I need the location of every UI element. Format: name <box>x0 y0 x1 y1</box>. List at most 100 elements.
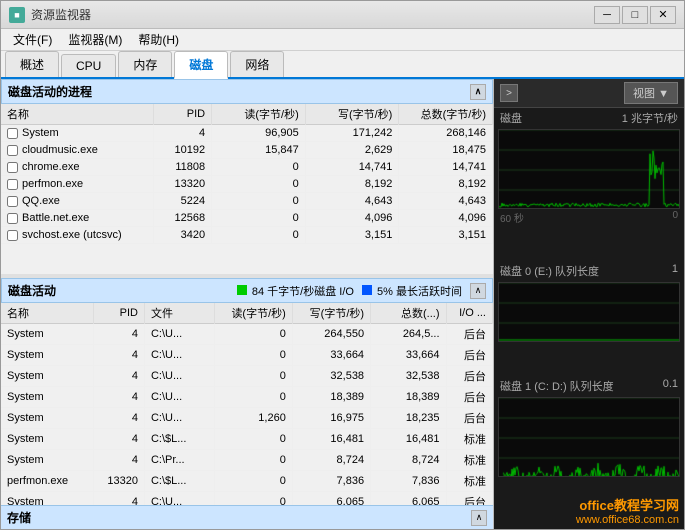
indicator2-label: 5% 最长活跃时间 <box>377 286 462 298</box>
cell-name: System <box>1 408 94 429</box>
tab-cpu[interactable]: CPU <box>61 54 116 77</box>
table-row[interactable]: svchost.exe (utcsvc) 3420 0 3,151 3,151 <box>1 227 493 244</box>
disk-processes-section: 磁盘活动的进程 ∧ 名称 PID 读(字节/秒) 写(字节/秒) <box>1 79 493 274</box>
cell-name: cloudmusic.exe <box>1 142 153 159</box>
chart2-canvas <box>499 283 680 342</box>
chart-disk-time-right: 0 <box>672 210 678 225</box>
cell-write: 16,481 <box>292 429 370 450</box>
disk-processes-header-row: 名称 PID 读(字节/秒) 写(字节/秒) 总数(字节/秒) <box>1 104 493 125</box>
cell-pid: 13320 <box>94 471 145 492</box>
right-header: > 视图 ▼ <box>494 79 684 108</box>
table-row[interactable]: chrome.exe 11808 0 14,741 14,741 <box>1 159 493 176</box>
chart-disk-area <box>498 129 680 209</box>
table-row[interactable]: System 4 C:\U... 0 32,538 32,538 后台 <box>1 366 493 387</box>
cell-name: perfmon.exe <box>1 176 153 193</box>
table-row[interactable]: cloudmusic.exe 10192 15,847 2,629 18,475 <box>1 142 493 159</box>
row-checkbox[interactable] <box>7 128 18 139</box>
minimize-button[interactable]: ─ <box>594 6 620 24</box>
table-row[interactable]: System 4 C:\U... 0 6,065 6,065 后台 <box>1 492 493 506</box>
cell-read: 0 <box>214 471 292 492</box>
table-row[interactable]: perfmon.exe 13320 0 8,192 8,192 <box>1 176 493 193</box>
indicator2-color-box <box>362 285 372 295</box>
view-button[interactable]: 视图 ▼ <box>624 82 678 104</box>
table-row[interactable]: Battle.net.exe 12568 0 4,096 4,096 <box>1 210 493 227</box>
maximize-button[interactable]: □ <box>622 6 648 24</box>
cell-name: System <box>1 366 94 387</box>
tab-network[interactable]: 网络 <box>230 51 284 77</box>
table-row[interactable]: System 4 C:\U... 0 33,664 33,664 后台 <box>1 345 493 366</box>
cell-total: 16,481 <box>371 429 446 450</box>
window-controls: ─ □ ✕ <box>594 6 676 24</box>
col2-total: 总数(...) <box>371 303 446 324</box>
table-row[interactable]: perfmon.exe 13320 C:\$L... 0 7,836 7,836… <box>1 471 493 492</box>
watermark-line1: office教程学习网 <box>576 495 679 514</box>
cell-read: 96,905 <box>212 125 306 142</box>
row-checkbox[interactable] <box>7 145 18 156</box>
row-checkbox[interactable] <box>7 213 18 224</box>
table-row[interactable]: System 4 C:\$L... 0 16,481 16,481 标准 <box>1 429 493 450</box>
table-row[interactable]: System 4 C:\U... 0 18,389 18,389 后台 <box>1 387 493 408</box>
menu-file[interactable]: 文件(F) <box>5 29 60 50</box>
storage-collapse-btn[interactable]: ∧ <box>471 510 487 526</box>
cell-write: 264,550 <box>292 324 370 345</box>
menu-help[interactable]: 帮助(H) <box>130 29 187 50</box>
cell-total: 3,151 <box>399 227 493 244</box>
menu-monitor[interactable]: 监视器(M) <box>60 29 130 50</box>
cell-total: 33,664 <box>371 345 446 366</box>
cell-io: 后台 <box>446 324 492 345</box>
cell-file: C:\$L... <box>144 429 214 450</box>
cell-name: System <box>1 387 94 408</box>
cell-pid: 4 <box>94 345 145 366</box>
tab-disk[interactable]: 磁盘 <box>174 51 228 79</box>
tabbar: 概述 CPU 内存 磁盘 网络 <box>1 51 684 79</box>
section1-controls: ∧ <box>470 84 486 100</box>
cell-write: 18,389 <box>292 387 370 408</box>
cell-file: C:\U... <box>144 492 214 506</box>
row-checkbox[interactable] <box>7 230 18 241</box>
indicator1: 84 千字节/秒磁盘 I/O <box>237 283 354 299</box>
table-row[interactable]: QQ.exe 5224 0 4,643 4,643 <box>1 193 493 210</box>
cell-pid: 11808 <box>153 159 212 176</box>
chart-disk-time-left: 60 秒 <box>500 210 524 225</box>
row-checkbox[interactable] <box>7 196 18 207</box>
section2-collapse-btn[interactable]: ∧ <box>470 283 486 299</box>
col2-write: 写(字节/秒) <box>292 303 370 324</box>
cell-write: 33,664 <box>292 345 370 366</box>
table-row[interactable]: System 4 C:\U... 1,260 16,975 18,235 后台 <box>1 408 493 429</box>
cell-name: System <box>1 492 94 506</box>
cell-read: 0 <box>214 345 292 366</box>
col-pid: PID <box>153 104 212 125</box>
tab-memory[interactable]: 内存 <box>118 51 172 77</box>
tab-overview[interactable]: 概述 <box>5 51 59 77</box>
cell-file: C:\U... <box>144 408 214 429</box>
cell-total: 18,389 <box>371 387 446 408</box>
row-checkbox[interactable] <box>7 179 18 190</box>
cell-read: 0 <box>212 193 306 210</box>
process-name: perfmon.exe <box>22 178 83 190</box>
section1-collapse-btn[interactable]: ∧ <box>470 84 486 100</box>
col-read: 读(字节/秒) <box>212 104 306 125</box>
cell-io: 后台 <box>446 387 492 408</box>
cell-write: 7,836 <box>292 471 370 492</box>
close-button[interactable]: ✕ <box>650 6 676 24</box>
table-row[interactable]: System 4 96,905 171,242 268,146 <box>1 125 493 142</box>
cell-name: chrome.exe <box>1 159 153 176</box>
table-row[interactable]: System 4 C:\Pr... 0 8,724 8,724 标准 <box>1 450 493 471</box>
expand-button[interactable]: > <box>500 84 518 102</box>
cell-read: 0 <box>212 176 306 193</box>
table-row[interactable]: System 4 C:\U... 0 264,550 264,5... 后台 <box>1 324 493 345</box>
cell-name: System <box>1 429 94 450</box>
row-checkbox[interactable] <box>7 162 18 173</box>
disk-processes-table-container[interactable]: 名称 PID 读(字节/秒) 写(字节/秒) 总数(字节/秒) System <box>1 104 493 274</box>
cell-write: 2,629 <box>305 142 399 159</box>
cell-write: 4,643 <box>305 193 399 210</box>
cell-read: 0 <box>212 159 306 176</box>
cell-name: Battle.net.exe <box>1 210 153 227</box>
disk-activity-table-container[interactable]: 名称 PID 文件 读(字节/秒) 写(字节/秒) 总数(...) I/O ..… <box>1 303 493 505</box>
disk-activity-body: System 4 C:\U... 0 264,550 264,5... 后台 S… <box>1 324 493 506</box>
chart-disk0: 磁盘 0 (E:) 队列长度 1 <box>494 261 684 376</box>
chart-disk0-value: 1 <box>672 263 678 279</box>
cell-pid: 4 <box>94 387 145 408</box>
cell-total: 32,538 <box>371 366 446 387</box>
cell-pid: 4 <box>94 450 145 471</box>
